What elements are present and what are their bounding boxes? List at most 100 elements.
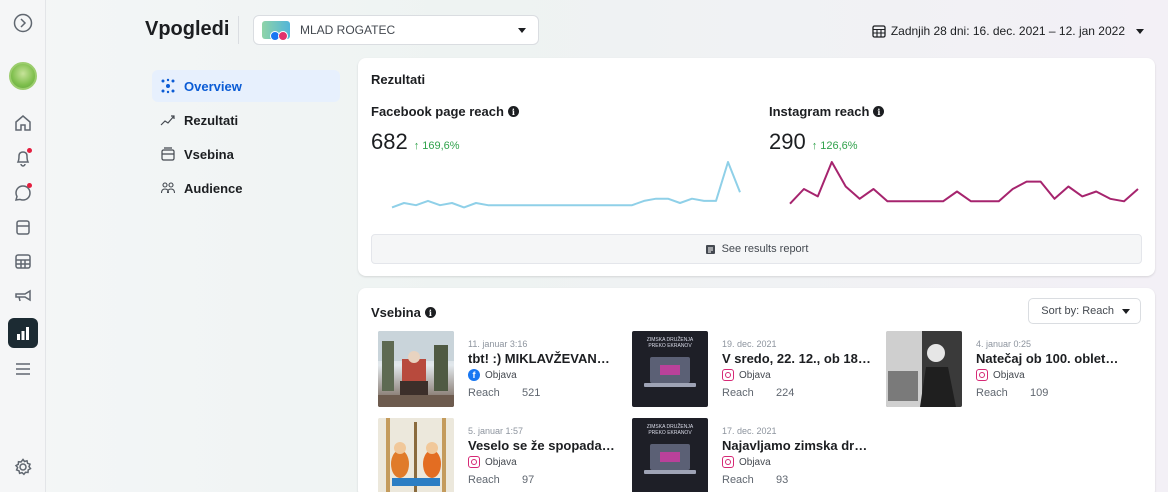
post-reach-label: Reach	[976, 387, 1008, 399]
post-thumbnail: ZIMSKA DRUŽENJA PREKO EKRANOV	[632, 331, 708, 407]
post-thumbnail	[378, 418, 454, 492]
facebook-reach-sparkline	[391, 161, 741, 209]
results-title: Rezultati	[371, 72, 426, 87]
account-name: MLAD ROGATEC	[300, 23, 396, 37]
left-rail	[0, 0, 46, 492]
facebook-reach-value: 682	[371, 129, 408, 154]
post-reach-value: 97	[522, 474, 535, 486]
post-title: Najavljamo zimska dru…	[722, 438, 872, 453]
report-icon	[705, 244, 715, 254]
instagram-icon	[722, 456, 734, 468]
page-title: Vpogledi	[145, 18, 230, 40]
post-thumbnail: ZIMSKA DRUŽENJA PREKO EKRANOV	[632, 418, 708, 492]
account-logo	[262, 21, 290, 41]
results-card: Rezultati Facebook page reach i 682 ↑ 16…	[358, 58, 1155, 276]
ads-icon[interactable]	[8, 281, 38, 311]
sort-label: Sort by: Reach	[1041, 305, 1114, 317]
instagram-reach-change: ↑ 126,6%	[811, 140, 858, 152]
instagram-reach-label: Instagram reach	[769, 104, 870, 119]
content-icon	[160, 146, 176, 162]
post-item[interactable]: ZIMSKA DRUŽENJA PREKO EKRANOV 19. dec. 2…	[632, 331, 872, 409]
post-type: Objava	[468, 456, 517, 468]
post-reach-value: 93	[776, 474, 789, 486]
chevron-down-icon	[1136, 28, 1144, 34]
post-title: Veselo se že spopadam…	[468, 438, 618, 453]
insights-icon[interactable]	[8, 318, 38, 348]
instagram-icon	[468, 456, 480, 468]
posts-icon[interactable]	[8, 212, 38, 242]
calendar-icon	[872, 25, 886, 38]
see-results-report-button[interactable]: See results report	[371, 234, 1142, 264]
instagram-icon	[976, 369, 988, 381]
facebook-reach-line	[391, 161, 741, 209]
subnav-label: Overview	[184, 78, 242, 94]
content-title: Vsebina	[371, 305, 421, 320]
avatar[interactable]	[9, 62, 37, 90]
meta-logo-icon[interactable]	[8, 8, 38, 38]
bell-icon[interactable]	[8, 143, 38, 173]
post-thumbnail	[378, 331, 454, 407]
trend-icon	[160, 112, 176, 128]
post-type: Objava	[976, 369, 1025, 381]
subnav-item-rezultati[interactable]: Rezultati	[152, 104, 340, 136]
date-range-picker[interactable]: Zadnjih 28 dni: 16. dec. 2021 – 12. jan …	[872, 24, 1144, 38]
post-type: Objava	[722, 456, 771, 468]
planner-icon[interactable]	[8, 246, 38, 276]
home-icon[interactable]	[8, 108, 38, 138]
post-reach-label: Reach	[722, 387, 754, 399]
post-date: 19. dec. 2021	[722, 339, 777, 349]
date-range-label: Zadnjih 28 dni: 16. dec. 2021 – 12. jan …	[890, 24, 1125, 38]
chevron-down-icon	[1122, 309, 1130, 314]
chat-icon[interactable]	[8, 178, 38, 208]
subnav-label: Audience	[184, 180, 243, 196]
post-date: 5. januar 1:57	[468, 426, 524, 436]
content-title-row: Vsebina i	[371, 305, 436, 320]
instagram-reach-line	[789, 161, 1139, 205]
post-date: 17. dec. 2021	[722, 426, 777, 436]
instagram-badge-icon	[278, 31, 288, 41]
facebook-reach-change: ↑ 169,6%	[413, 140, 460, 152]
post-reach-value: 109	[1030, 387, 1049, 399]
insights-subnav: Overview Rezultati Vsebina Audience	[152, 70, 340, 206]
subnav-item-vsebina[interactable]: Vsebina	[152, 138, 340, 170]
audience-icon	[160, 180, 176, 196]
post-item[interactable]: ZIMSKA DRUŽENJA PREKO EKRANOV 17. dec. 2…	[632, 418, 872, 492]
facebook-reach-label: Facebook page reach	[371, 104, 504, 119]
account-selector[interactable]: MLAD ROGATEC	[253, 15, 539, 45]
post-title: tbt! :) MIKLAVŽEVAN…	[468, 351, 610, 366]
chevron-down-icon	[518, 28, 526, 33]
info-icon[interactable]: i	[873, 106, 885, 117]
overview-icon	[160, 78, 176, 94]
post-type: Objava	[722, 369, 771, 381]
settings-icon[interactable]	[8, 452, 38, 482]
subnav-item-overview[interactable]: Overview	[152, 70, 340, 102]
instagram-reach-value: 290	[769, 129, 806, 154]
see-results-label: See results report	[721, 243, 809, 255]
menu-icon[interactable]	[8, 354, 38, 384]
instagram-reach-metric: Instagram reach i 290 ↑ 126,6%	[769, 104, 885, 155]
post-item[interactable]: 5. januar 1:57 Veselo se že spopadam… Ob…	[378, 418, 618, 492]
post-item[interactable]: 4. januar 0:25 Natečaj ob 100. obletn… O…	[886, 331, 1126, 409]
facebook-icon: f	[468, 369, 480, 381]
post-title: V sredo, 22. 12., ob 18.…	[722, 351, 872, 366]
post-type: f Objava	[468, 369, 517, 381]
post-item[interactable]: 11. januar 3:16 tbt! :) MIKLAVŽEVAN… f O…	[378, 331, 618, 409]
subnav-label: Rezultati	[184, 112, 239, 128]
post-title: Natečaj ob 100. obletn…	[976, 351, 1126, 366]
facebook-reach-metric: Facebook page reach i 682 ↑ 169,6%	[371, 104, 519, 155]
instagram-reach-sparkline	[789, 161, 1139, 205]
post-date: 4. januar 0:25	[976, 339, 1032, 349]
post-reach-value: 224	[776, 387, 795, 399]
header-divider	[238, 16, 239, 44]
post-reach-value: 521	[522, 387, 541, 399]
post-reach-label: Reach	[468, 474, 500, 486]
instagram-icon	[722, 369, 734, 381]
info-icon[interactable]: i	[424, 307, 436, 318]
sort-dropdown[interactable]: Sort by: Reach	[1028, 298, 1141, 324]
content-card: Vsebina i Sort by: Reach 11. januar 3:16…	[358, 288, 1155, 492]
post-date: 11. januar 3:16	[468, 339, 528, 349]
post-reach-label: Reach	[722, 474, 754, 486]
info-icon[interactable]: i	[507, 106, 519, 117]
subnav-item-audience[interactable]: Audience	[152, 172, 340, 204]
post-reach-label: Reach	[468, 387, 500, 399]
